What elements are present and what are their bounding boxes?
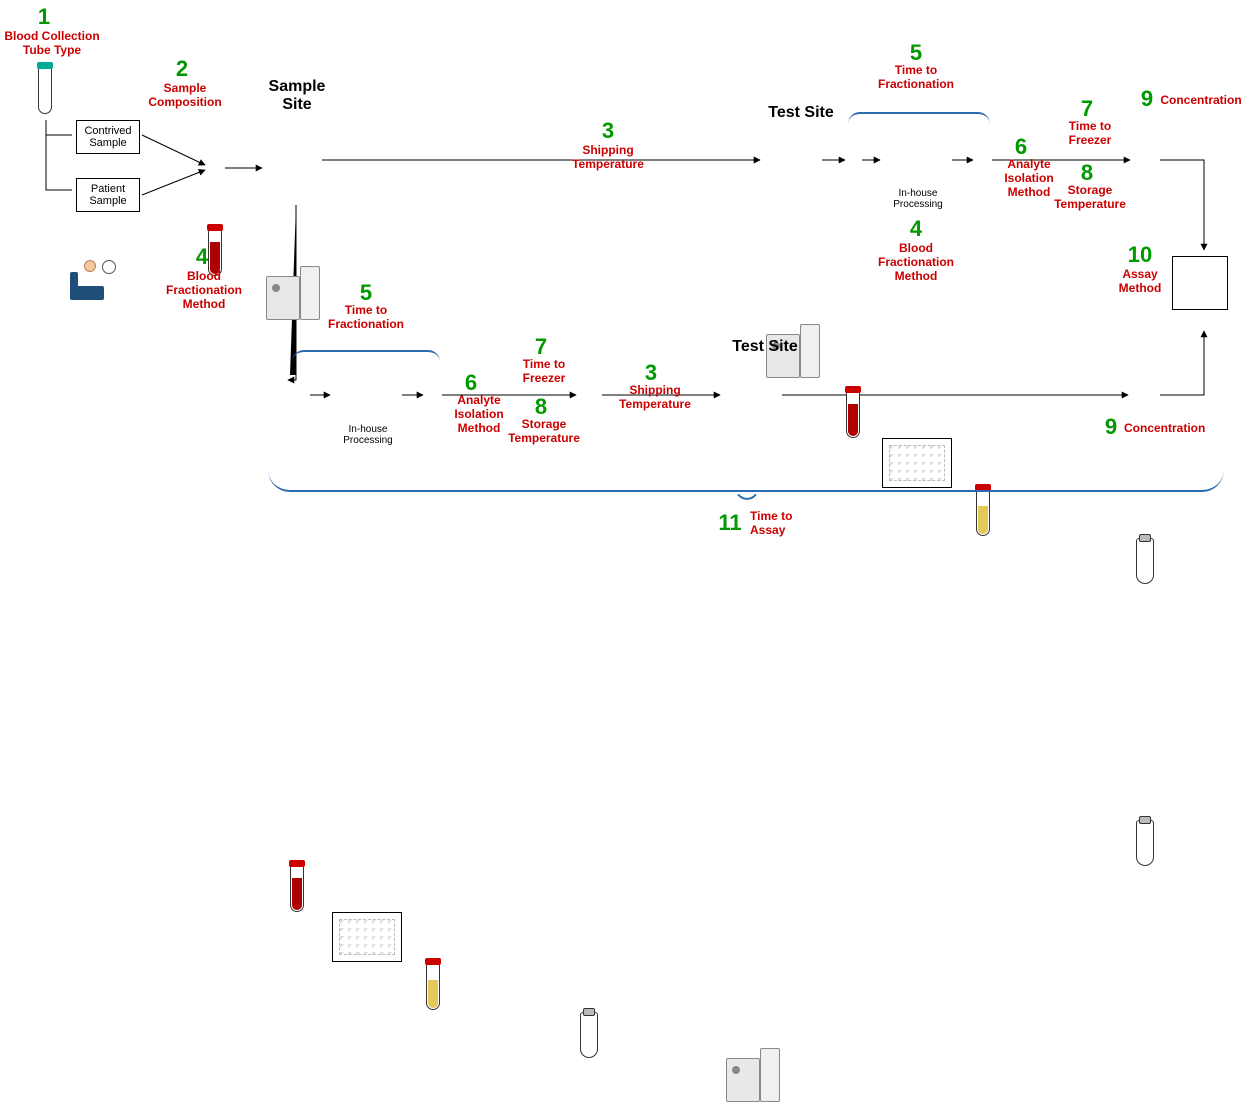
whole-blood-tube-top-icon [846, 390, 860, 438]
patient-sample-label: Patient Sample [89, 183, 126, 207]
step-2-number: 2 [162, 56, 202, 82]
patient-sample-box: Patient Sample [76, 178, 140, 212]
sample-site-machine-icon [266, 266, 320, 326]
step-11-number: 11 [710, 510, 750, 536]
brace-11 [268, 470, 1224, 492]
vial-bot-icon [580, 1012, 598, 1058]
brace-bot-5 [292, 350, 440, 364]
step-9-bot-number: 9 [1096, 414, 1126, 440]
step-4-left-number: 4 [182, 244, 222, 270]
sample-site-title: Sample Site [252, 78, 342, 114]
step-4-left-label: Blood Fractionation Method [154, 270, 254, 311]
step-4-top-number: 4 [896, 216, 936, 242]
step-1-number: 1 [24, 4, 64, 30]
step-3-top-label: Shipping Temperature [558, 144, 658, 172]
inhouse-processing-top-label: In-house Processing [880, 188, 956, 210]
step-10-number: 10 [1120, 242, 1160, 268]
vial-bottom-right-icon [1136, 820, 1154, 866]
step-9-top-label: Concentration [1156, 94, 1246, 108]
step-4-top-label: Blood Fractionation Method [866, 242, 966, 283]
step-1-label: Blood Collection Tube Type [2, 30, 102, 58]
contrived-sample-label: Contrived Sample [84, 125, 131, 149]
inhouse-processing-bot-box [332, 912, 402, 962]
step-3-bot-label: Shipping Temperature [610, 384, 700, 412]
step-9-bot-label: Concentration [1124, 422, 1214, 436]
plasma-tube-bot-icon [426, 962, 440, 1010]
step-10-label: Assay Method [1110, 268, 1170, 296]
step-11-label: Time to Assay [750, 510, 820, 538]
test-site-top-title: Test Site [756, 104, 846, 122]
workflow-diagram: 1 Blood Collection Tube Type Contrived S… [0, 0, 1256, 566]
contrived-sample-box: Contrived Sample [76, 120, 140, 154]
assay-box-icon [1172, 256, 1228, 310]
plasma-tube-top-icon [976, 488, 990, 536]
tube-collection-icon [38, 66, 52, 114]
step-8-bot-label: Storage Temperature [504, 418, 584, 446]
test-site-bot-machine-icon [726, 1048, 780, 1108]
step-7-top-label: Time to Freezer [1050, 120, 1130, 148]
step-5-bot-label: Time to Fractionation [316, 304, 416, 332]
step-2-label: Sample Composition [140, 82, 230, 110]
whole-blood-tube-bot-icon [290, 864, 304, 912]
inhouse-processing-bot-label: In-house Processing [330, 424, 406, 446]
step-7-bot-label: Time to Freezer [504, 358, 584, 386]
brace-top-5 [848, 112, 990, 126]
vial-top-icon [1136, 538, 1154, 584]
patient-icon [70, 260, 116, 300]
step-8-top-label: Storage Temperature [1050, 184, 1130, 212]
test-site-bot-title: Test Site [720, 338, 810, 356]
step-3-top-number: 3 [588, 118, 628, 144]
step-5-top-label: Time to Fractionation [866, 64, 966, 92]
